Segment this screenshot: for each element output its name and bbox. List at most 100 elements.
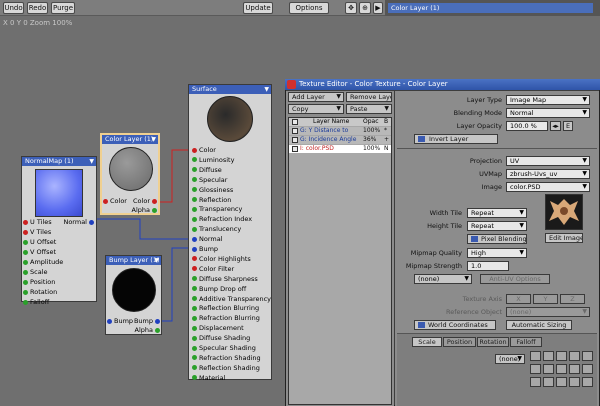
mipmap-strength-input[interactable]: 1.0	[467, 261, 509, 271]
invert-layer-toggle[interactable]: Invert Layer	[414, 134, 498, 144]
preview-tool-icon[interactable]	[543, 364, 554, 374]
tab-rotation[interactable]: Rotation	[477, 337, 509, 347]
blending-mode-select[interactable]: Normal ▼	[506, 108, 590, 118]
layer-type-select[interactable]: Image Map ▼	[506, 95, 590, 105]
tab-position[interactable]: Position	[443, 337, 476, 347]
height-tile-select[interactable]: Repeat ▼	[467, 221, 527, 231]
mipmap-quality-select[interactable]: High ▼	[467, 248, 527, 258]
port-transparency[interactable]: Transparency	[192, 205, 242, 213]
port-falloff[interactable]: Falloff	[23, 298, 49, 306]
layer-enable-checkbox[interactable]	[292, 136, 298, 143]
width-tile-select[interactable]: Repeat ▼	[467, 208, 527, 218]
preview-tool-icon[interactable]	[556, 364, 567, 374]
preview-tool-icon[interactable]	[543, 377, 554, 387]
port-bump-drop-off[interactable]: Bump Drop off	[192, 285, 246, 293]
port-displacement[interactable]: Displacement	[192, 324, 244, 332]
none-select[interactable]: (none) ▼	[414, 274, 472, 284]
port-luminosity[interactable]: Luminosity	[192, 156, 234, 164]
node-color-layer[interactable]: Color Layer (1) ▼ Color Color Alpha	[100, 133, 160, 215]
preview-tool-icon[interactable]	[569, 351, 580, 361]
port-diffuse-sharpness[interactable]: Diffuse Sharpness	[192, 275, 258, 283]
port-material[interactable]: Material	[192, 374, 225, 382]
node-normalmap[interactable]: NormalMap (1) ▼ U Tiles V Tiles U Offset V O…	[21, 156, 97, 306]
port-color-filter[interactable]: Color Filter	[192, 265, 234, 273]
axis-y-button[interactable]: Y	[533, 294, 558, 304]
preview-tool-icon[interactable]	[556, 351, 567, 361]
port-color-out[interactable]: Color	[133, 197, 157, 205]
port-reflection[interactable]: Reflection	[192, 196, 231, 204]
port-alpha-out[interactable]: Alpha	[132, 206, 157, 214]
none-select-2[interactable]: (none) ▼	[495, 354, 525, 364]
layer-list[interactable]: Layer Name Opac B G: Y Distance to 100% * G…	[288, 117, 392, 405]
layer-enable-checkbox[interactable]	[292, 145, 298, 152]
image-select[interactable]: color.PSD ▼	[506, 182, 590, 192]
anti-uv-button[interactable]: Anti-UV Options	[480, 274, 550, 284]
tab-scale[interactable]: Scale	[412, 337, 442, 347]
preview-tool-icon[interactable]	[530, 351, 541, 361]
pixel-blending-toggle[interactable]: Pixel Blending	[467, 234, 527, 244]
node-title: NormalMap (1) ▼	[22, 157, 96, 166]
port-color-highlights[interactable]: Color Highlights	[192, 255, 251, 263]
port-specular-shading[interactable]: Specular Shading	[192, 344, 256, 352]
port-additive-transparency[interactable]: Additive Transparency	[192, 295, 271, 303]
port-diffuse[interactable]: Diffuse	[192, 166, 222, 174]
port-bump-in[interactable]: Bump	[107, 317, 133, 325]
port-scale[interactable]: Scale	[23, 268, 48, 276]
layer-enable-checkbox[interactable]	[292, 127, 298, 134]
preview-tool-icon[interactable]	[582, 364, 593, 374]
port-u-offset[interactable]: U Offset	[23, 238, 56, 246]
port-reflection-blurring[interactable]: Reflection Blurring	[192, 304, 259, 312]
port-refraction-blurring[interactable]: Refraction Blurring	[192, 314, 260, 322]
automatic-sizing-button[interactable]: Automatic Sizing	[506, 320, 572, 330]
port-translucency[interactable]: Translucency	[192, 225, 241, 233]
port-alpha-out[interactable]: Alpha	[135, 326, 160, 334]
uvmap-select[interactable]: zbrush-Uvs_uv ▼	[506, 169, 590, 179]
port-v-offset[interactable]: V Offset	[23, 248, 56, 256]
layer-row[interactable]: G: Y Distance to 100% *	[289, 127, 391, 135]
port-bump[interactable]: Bump	[192, 245, 218, 253]
envelope-icon[interactable]: ◂▸	[550, 121, 561, 131]
port-color[interactable]: Color	[192, 146, 216, 154]
check-all[interactable]	[292, 118, 298, 125]
port-v-tiles[interactable]: V Tiles	[23, 228, 51, 236]
copy-button[interactable]: Copy ▼	[288, 104, 344, 114]
envelope-e-button[interactable]: E	[563, 121, 573, 131]
preview-tool-icon[interactable]	[569, 377, 580, 387]
port-refraction-index[interactable]: Refraction Index	[192, 215, 252, 223]
preview-tool-icon[interactable]	[543, 351, 554, 361]
port-bump-out[interactable]: Bump	[134, 317, 160, 325]
edit-image-button[interactable]: Edit Image	[545, 233, 583, 243]
port-position[interactable]: Position	[23, 278, 55, 286]
paste-button[interactable]: Paste ▼	[346, 104, 392, 114]
reference-object-select[interactable]: (none) ▼	[506, 307, 590, 317]
port-rotation[interactable]: Rotation	[23, 288, 57, 296]
projection-select[interactable]: UV ▼	[506, 156, 590, 166]
layer-row[interactable]: G: Incidence Angle 36% +	[289, 136, 391, 144]
port-glossiness[interactable]: Glossiness	[192, 186, 233, 194]
layer-row[interactable]: I: color.PSD 100% N	[289, 145, 391, 153]
port-normal[interactable]: Normal	[192, 235, 223, 243]
port-u-tiles[interactable]: U Tiles	[23, 218, 52, 226]
port-refraction-shading[interactable]: Refraction Shading	[192, 354, 261, 362]
tab-falloff[interactable]: Falloff	[510, 337, 542, 347]
port-reflection-shading[interactable]: Reflection Shading	[192, 364, 260, 372]
preview-tool-icon[interactable]	[582, 351, 593, 361]
preview-tool-icon[interactable]	[556, 377, 567, 387]
add-layer-button[interactable]: Add Layer ▼	[288, 92, 344, 102]
preview-tool-icon[interactable]	[569, 364, 580, 374]
world-coordinates-toggle[interactable]: World Coordinates	[414, 320, 496, 330]
axis-x-button[interactable]: X	[506, 294, 531, 304]
port-specular[interactable]: Specular	[192, 176, 227, 184]
port-normal-out[interactable]: Normal	[63, 218, 94, 226]
remove-layer-button[interactable]: Remove Layer	[346, 92, 392, 102]
preview-tool-icon[interactable]	[530, 364, 541, 374]
preview-tool-icon[interactable]	[582, 377, 593, 387]
axis-z-button[interactable]: Z	[560, 294, 585, 304]
node-bump-layer[interactable]: Bump Layer (1) ▼ Bump Bump Alpha	[105, 255, 162, 335]
port-diffuse-shading[interactable]: Diffuse Shading	[192, 334, 250, 342]
preview-tool-icon[interactable]	[530, 377, 541, 387]
port-amplitude[interactable]: Amplitude	[23, 258, 63, 266]
layer-opacity-input[interactable]: 100.0 %	[506, 121, 548, 131]
port-color-in[interactable]: Color	[103, 197, 127, 205]
node-surface[interactable]: Surface ▼ Color Luminosity Diffuse Specular G…	[188, 84, 272, 382]
